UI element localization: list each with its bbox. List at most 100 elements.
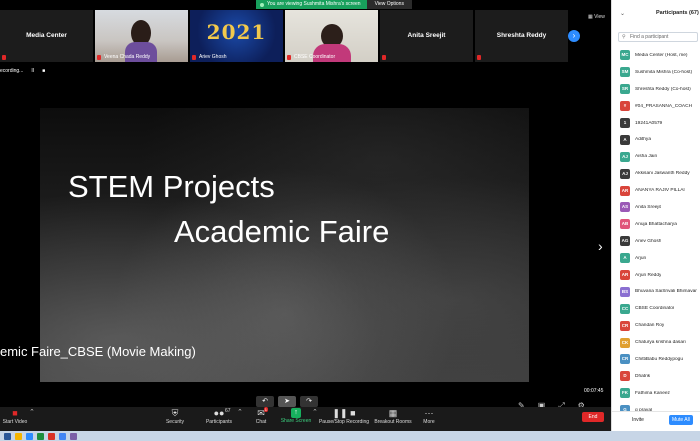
redo-icon[interactable]: ↷ [300,396,318,407]
video-tile[interactable]: Shreshta Reddy [475,10,568,62]
participant-name: 19241A0579 [635,120,663,126]
breakout-rooms-button[interactable]: ▦ Breakout Rooms [374,408,412,425]
invite-button[interactable]: Invite [632,417,644,423]
participant-item[interactable]: AB Anuja Bhattacharya [612,216,700,233]
muted-mic-icon [287,55,291,60]
participant-name: ChittiBabu Reddypogu [635,356,684,362]
share-screen-icon: ↑ [291,408,301,418]
avatar: CR [620,320,630,331]
mute-all-button[interactable]: Mute All [669,415,693,425]
slide-caption: emic Faire_CBSE (Movie Making) [0,344,196,359]
video-tile[interactable]: Anita Sreejit [380,10,473,62]
powerpoint-icon[interactable] [48,432,55,440]
end-meeting-button[interactable]: End [582,412,604,422]
participant-name: Anuja Bhattacharya [635,221,677,227]
chevron-down-icon[interactable]: ⌄ [620,10,625,17]
participant-item[interactable]: CC CBSE Coordinator [612,300,700,317]
more-button[interactable]: ⋯ More [418,408,440,425]
video-tile[interactable]: CBSE Coordinator [285,10,378,62]
stop-recording-icon[interactable]: ■ [42,68,45,74]
video-tile[interactable]: Veena Chada Reddy [95,10,188,62]
participant-item[interactable]: A Arjun [612,250,700,267]
participant-item[interactable]: BS Bhuvana SaiSrivali Bhimavar [612,283,700,300]
participant-item[interactable]: CR ChittiBabu Reddypogu [612,351,700,368]
chevron-right-icon[interactable]: › [598,238,603,254]
video-options-button[interactable]: ˆ [28,408,36,419]
search-icon: ⚲ [622,34,626,40]
participant-item[interactable]: AS Anita Sreejit [612,199,700,216]
app-icon[interactable] [70,432,77,440]
avatar: CC [620,303,630,314]
slide-title-line2: Academic Faire [174,214,390,249]
participant-name: Aisha Jain [635,154,658,160]
breakout-rooms-icon: ▦ [388,408,398,418]
avatar: SR [620,84,630,95]
participants-panel: ⌄ Participants (67) ⚲ Find a participant… [611,0,700,431]
participant-item[interactable]: SR Shreshta Reddy (Co-host) [612,81,700,98]
participant-item[interactable]: AG Ariev Ghosh [612,233,700,250]
muted-mic-icon [382,55,386,60]
participant-item[interactable]: CR Chandan Roy [612,317,700,334]
participant-name: Shreshta Reddy (Co-host) [635,86,691,92]
participants-options-button[interactable]: ˆ [236,408,244,419]
video-strip: Media Center Veena Chada Reddy 2021 Arie… [0,10,611,62]
undo-icon[interactable]: ↶ [256,396,274,407]
avatar: AJ [620,168,630,179]
participant-item[interactable]: FK Fathima Kaneez [612,385,700,402]
avatar: AS [620,202,630,213]
participant-item[interactable]: AR Arjun Reddy [612,267,700,284]
chat-label: Chat [255,419,267,425]
start-menu-icon[interactable] [4,432,11,440]
security-button[interactable]: ⛨ Security [160,408,190,425]
participant-name: Media Center (Host, me) [635,52,688,58]
muted-mic-icon [2,55,6,60]
video-tile[interactable]: Media Center [0,10,93,62]
start-video-button[interactable]: ■ Start Video [2,408,28,425]
browser-icon[interactable] [59,432,66,440]
view-options-button[interactable]: View Options [366,0,412,9]
recording-label: ecording... [0,68,24,74]
viewing-text: You are viewing Sushmita Mishra's screen [267,1,361,7]
participant-search-input[interactable]: ⚲ Find a participant [618,32,698,42]
avatar: AR [620,185,630,196]
file-explorer-icon[interactable] [15,432,22,440]
participant-name: Arjun [635,255,647,261]
start-video-label: Start Video [2,419,28,425]
participant-item[interactable]: A Adithya [612,131,700,148]
participant-name: Anita Sreejit [635,204,661,210]
participant-name: Veena Chada Reddy [104,54,151,60]
muted-mic-icon [97,55,101,60]
more-icon: ⋯ [424,408,434,418]
pause-stop-recording-button[interactable]: ❚❚ ■ Pause/Stop Recording [318,408,370,425]
chat-button[interactable]: ✉ 1 Chat [250,407,272,425]
participant-item[interactable]: 1 19241A0579 [612,115,700,132]
excel-icon[interactable] [37,432,44,440]
participants-button[interactable]: ●● 67 Participants [203,408,235,425]
avatar: MC [620,50,630,61]
avatar: # [620,101,630,112]
share-screen-button[interactable]: ↑ Share Screen [280,408,312,424]
participant-item[interactable]: SM Sushmita Mishra (Co-host) [612,64,700,81]
meeting-toolbar: ■ Start Video ˆ ⛨ Security ●● 67 Partici… [0,407,611,431]
participant-item[interactable]: MC Media Center (Host, me) [612,47,700,64]
avatar: AB [620,219,630,230]
video-tile[interactable]: 2021 Ariev Ghosh [190,10,283,62]
participant-item[interactable]: AR ANANYA RAJIV PILLAI [612,182,700,199]
zoom-app-icon[interactable] [26,432,33,440]
pointer-icon[interactable]: ➤ [278,396,296,407]
participant-list: MC Media Center (Host, me) SM Sushmita Mish… [612,47,700,419]
view-button[interactable]: ▦ View [588,14,605,20]
participant-item[interactable]: D Dhatrik [612,368,700,385]
status-dot-icon [260,2,264,7]
participant-name: Media Center [26,32,67,39]
chat-icon: ✉ [257,408,265,418]
pause-stop-icon: ❚❚ ■ [332,408,356,418]
avatar: AJ [620,151,630,162]
pause-recording-icon[interactable]: II [31,68,34,74]
viewing-indicator: You are viewing Sushmita Mishra's screen [256,0,367,9]
participant-item[interactable]: # #04_PRASANNA_COACH [612,98,700,115]
participant-item[interactable]: AJ Aisha Jain [612,148,700,165]
next-page-button[interactable]: › [568,30,580,42]
participant-item[interactable]: AJ Akkisani Jaswanth Reddy [612,165,700,182]
participant-item[interactable]: CK Chaturya krishna dasari [612,334,700,351]
